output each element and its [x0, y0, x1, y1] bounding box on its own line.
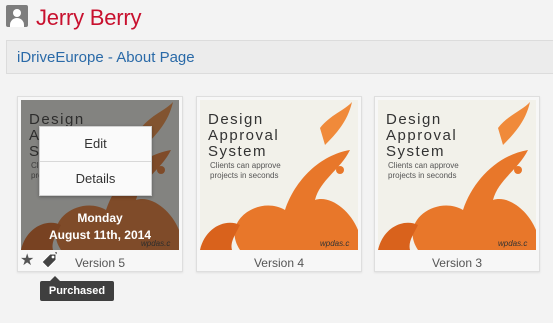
version-date: Monday August 11th, 2014: [21, 210, 179, 244]
paint-drop: [336, 166, 344, 174]
artwork-title: Approval: [208, 127, 279, 144]
project-link[interactable]: iDriveEurope - About Page: [17, 49, 195, 66]
version-menu: Edit Details: [39, 126, 152, 196]
artwork-tagline: projects in seconds: [388, 171, 456, 180]
artwork-title: System: [386, 143, 445, 160]
artwork-watermark: wpdas.c: [498, 239, 527, 248]
purchased-tooltip: Purchased: [40, 276, 114, 301]
date-full: August 11th, 2014: [48, 228, 152, 242]
page-header: Jerry Berry: [0, 0, 553, 36]
version-label: Version 5: [74, 256, 126, 270]
user-name: Jerry Berry: [36, 5, 142, 30]
version-thumbnail[interactable]: DesignApprovalSystemClients can approvep…: [200, 100, 358, 250]
version-label: Version 3: [431, 256, 483, 270]
breadcrumb: iDriveEurope - About Page: [6, 40, 553, 74]
edit-menu-item[interactable]: Edit: [40, 127, 151, 161]
artwork-title: Approval: [386, 127, 457, 144]
version-card[interactable]: DesignApprovalSystemClients can approvep…: [196, 96, 362, 272]
version-thumbnail[interactable]: DesignApprovalSystemClients can approvep…: [378, 100, 536, 250]
details-menu-item[interactable]: Details: [40, 161, 151, 195]
artwork-tagline: projects in seconds: [210, 171, 278, 180]
artwork-title: Design: [208, 111, 264, 128]
artwork-tagline: Clients can approve: [210, 161, 281, 170]
user-icon: [6, 5, 28, 27]
paint-drop: [514, 166, 522, 174]
artwork-title: System: [208, 143, 267, 160]
version-overlay: Edit Details Monday August 11th, 2014: [21, 100, 179, 250]
version-card[interactable]: DesignApprovalSystemClients can approvep…: [17, 96, 183, 272]
artwork-tagline: Clients can approve: [388, 161, 459, 170]
artwork-watermark: wpdas.c: [320, 239, 349, 248]
artwork-title: Design: [386, 111, 442, 128]
version-thumbnail[interactable]: DesignApprovalSystemClients can approvep…: [21, 100, 179, 250]
artwork-image: DesignApprovalSystemClients can approvep…: [200, 100, 358, 250]
artwork-image: DesignApprovalSystemClients can approvep…: [378, 100, 536, 250]
date-weekday: Monday: [77, 211, 123, 225]
version-label: Version 4: [253, 256, 305, 270]
version-card[interactable]: DesignApprovalSystemClients can approvep…: [374, 96, 540, 272]
